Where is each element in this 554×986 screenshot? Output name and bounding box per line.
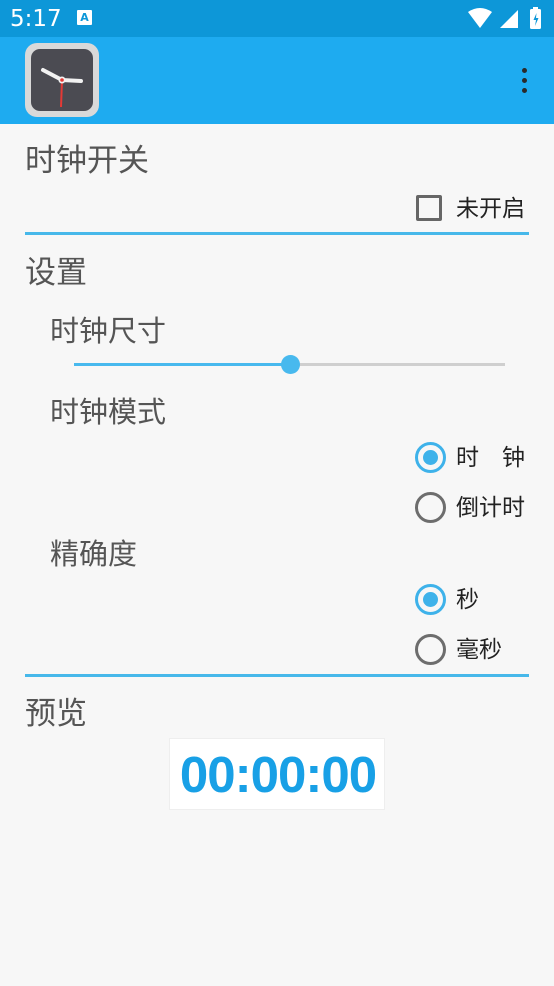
- clock-switch-checkbox-label: 未开启: [456, 196, 525, 222]
- divider: [25, 232, 529, 235]
- notification-a-icon: A: [77, 10, 92, 25]
- status-time: 5:17: [10, 6, 62, 32]
- preview-time-display: 00:00:00: [179, 746, 377, 803]
- radio-button[interactable]: [415, 584, 446, 615]
- signal-icon: [500, 10, 518, 28]
- clock-switch-title: 时钟开关: [25, 143, 149, 179]
- precision-title: 精确度: [50, 537, 138, 571]
- clock-size-slider[interactable]: [74, 355, 505, 374]
- mode-option-label: 倒计时: [456, 495, 525, 521]
- precision-option-label: 毫秒: [456, 637, 502, 663]
- clock-switch-checkbox[interactable]: [416, 195, 442, 221]
- slider-fill: [74, 363, 290, 366]
- clock-app-icon[interactable]: [25, 43, 99, 117]
- clock-mode-title: 时钟模式: [50, 395, 167, 429]
- clock-size-title: 时钟尺寸: [50, 314, 167, 348]
- app-bar: [0, 37, 554, 124]
- slider-thumb[interactable]: [280, 355, 300, 374]
- radio-button[interactable]: [415, 442, 446, 473]
- status-icons: [468, 7, 541, 29]
- status-bar: 5:17 A: [0, 0, 554, 37]
- precision-option-label: 秒: [456, 587, 479, 613]
- settings-title: 设置: [25, 255, 87, 291]
- divider: [25, 674, 529, 677]
- more-vert-icon[interactable]: [520, 68, 528, 94]
- radio-button[interactable]: [415, 634, 446, 665]
- wifi-icon: [468, 8, 492, 28]
- preview-title: 预览: [25, 696, 87, 732]
- preview-box: 00:00:00: [169, 738, 385, 810]
- radio-button[interactable]: [415, 492, 446, 523]
- mode-option-label: 时 钟: [456, 445, 525, 471]
